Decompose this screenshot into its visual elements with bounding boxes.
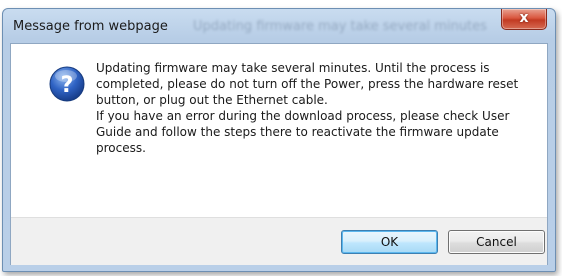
ok-button[interactable]: OK	[341, 230, 438, 254]
message-area: ? Updating firmware may take several min…	[11, 44, 547, 217]
close-icon: x	[519, 10, 529, 26]
dialog-message: Updating firmware may take several minut…	[96, 60, 536, 156]
dialog-title: Message from webpage	[13, 19, 168, 34]
message-line: Guide and follow the steps there to reac…	[96, 125, 499, 139]
close-button[interactable]: x	[501, 9, 547, 30]
message-line: Updating firmware may take several minut…	[96, 61, 490, 75]
background-window-title: Updating firmware may take several minut…	[193, 19, 487, 34]
message-line: If you have an error during the download…	[96, 109, 510, 123]
button-bar: OK Cancel	[11, 217, 547, 265]
message-dialog: Message from webpage Updating firmware m…	[2, 8, 556, 272]
message-line: button, or plug out the Ethernet cable.	[96, 93, 328, 107]
svg-text:?: ?	[61, 73, 74, 98]
question-icon: ?	[49, 66, 85, 102]
dialog-body: ? Updating firmware may take several min…	[10, 43, 548, 265]
message-line: process.	[96, 141, 146, 155]
title-bar[interactable]: Message from webpage Updating firmware m…	[3, 9, 555, 43]
message-line: completed, please do not turn off the Po…	[96, 77, 519, 91]
cancel-button[interactable]: Cancel	[448, 230, 545, 254]
